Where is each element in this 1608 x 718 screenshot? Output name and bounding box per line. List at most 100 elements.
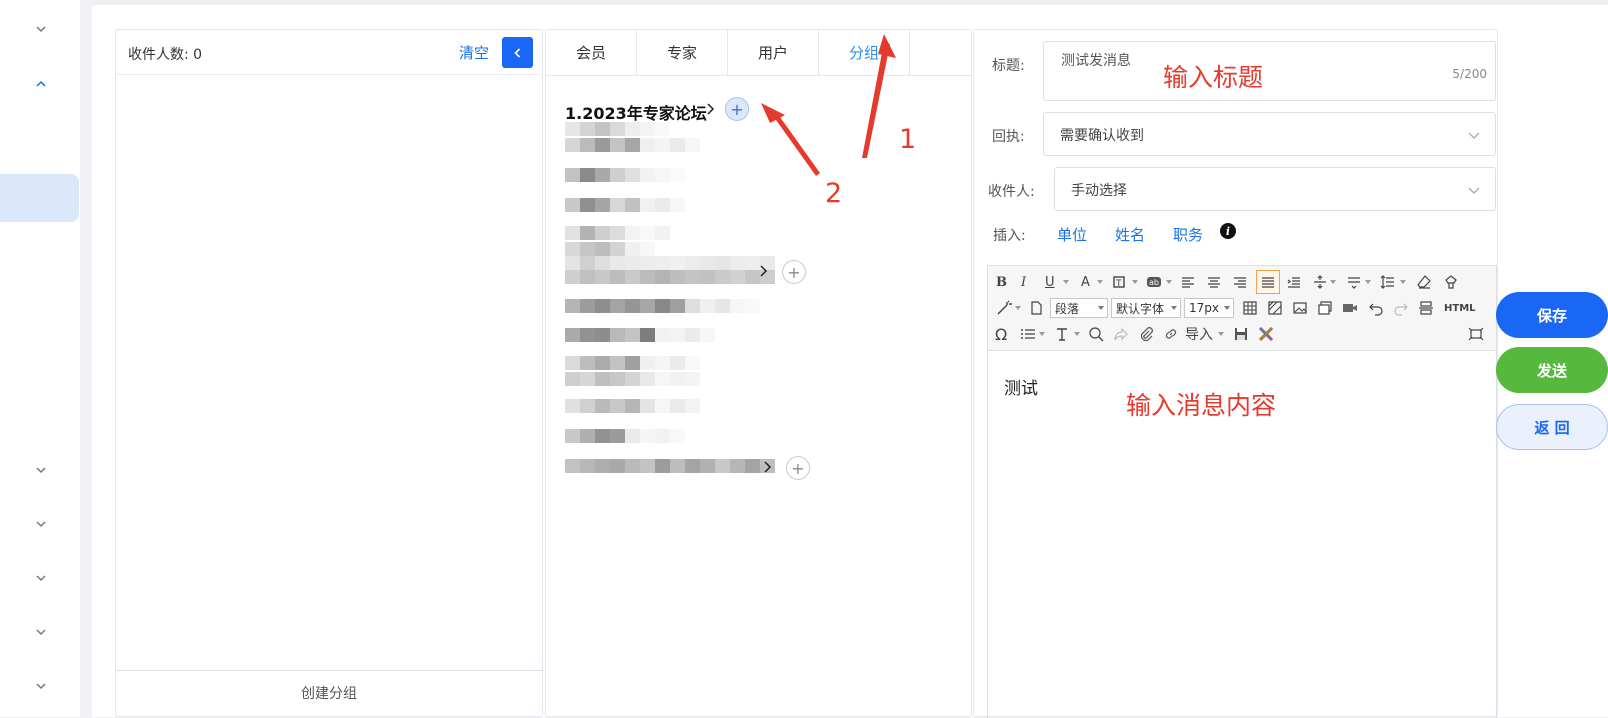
receipt-label: 回执: [992, 129, 1025, 145]
create-group-button[interactable]: 创建分组 [116, 670, 542, 715]
align-justify-icon[interactable] [1256, 270, 1280, 294]
attachment-icon[interactable] [1138, 324, 1154, 344]
tab-groups[interactable]: 分组 [819, 30, 910, 75]
editor-content[interactable]: 测试 [1004, 374, 1038, 399]
table-icon[interactable] [1242, 298, 1258, 318]
redo-icon[interactable] [1393, 298, 1409, 318]
indent-icon[interactable] [1286, 272, 1302, 292]
chevron-down-icon [1468, 132, 1480, 139]
chevron-down-icon[interactable] [34, 463, 48, 477]
add-group-button[interactable]: + [782, 260, 806, 284]
add-group-button[interactable]: + [786, 456, 810, 480]
eraser-icon[interactable] [1416, 272, 1432, 292]
new-document-icon[interactable] [1028, 298, 1044, 318]
italic-icon[interactable]: I [1021, 272, 1026, 292]
font-size-select[interactable]: 17px [1184, 298, 1234, 318]
redacted-row [565, 270, 775, 284]
text-border-icon[interactable]: T [1112, 272, 1128, 292]
chevron-right-icon[interactable] [763, 460, 773, 474]
align-left-icon[interactable] [1180, 272, 1196, 292]
caret-down-icon[interactable] [1132, 280, 1138, 284]
image-icon[interactable] [1292, 298, 1308, 318]
horizontal-rule-icon[interactable] [1418, 298, 1434, 318]
search-replace-icon[interactable] [1088, 324, 1104, 344]
annotation-content-hint: 输入消息内容 [1126, 391, 1277, 420]
undo-icon[interactable] [1368, 298, 1384, 318]
collapse-button[interactable] [502, 37, 533, 68]
caret-down-icon[interactable] [1330, 280, 1336, 284]
font-color-icon[interactable]: A [1081, 272, 1090, 292]
chevron-down-icon[interactable] [34, 679, 48, 693]
caret-down-icon[interactable] [1097, 280, 1103, 284]
chevron-right-icon[interactable] [759, 264, 769, 278]
font-family-select[interactable]: 默认字体 [1111, 298, 1181, 318]
caret-down-icon[interactable] [1218, 332, 1224, 336]
recipient-value: 手动选择 [1071, 183, 1127, 199]
send-button[interactable]: 发送 [1496, 347, 1608, 393]
annotation-title-hint: 输入标题 [1163, 63, 1264, 92]
insert-label: 插入: [993, 228, 1026, 244]
chevron-right-icon[interactable] [706, 102, 716, 116]
receipt-select[interactable]: 需要确认收到 [1043, 112, 1496, 156]
background-color-icon[interactable]: ab [1146, 272, 1162, 292]
title-input[interactable]: 测试发消息 5/200 [1043, 41, 1496, 101]
text-style-icon[interactable] [1054, 324, 1070, 344]
format-brush-icon[interactable] [1443, 272, 1459, 292]
redacted-row [565, 226, 670, 240]
message-form: 标题: 测试发消息 5/200 回执: 需要确认收到 收件人: 手动选择 插入:… [973, 29, 1498, 718]
align-center-icon[interactable] [1206, 272, 1222, 292]
list-icon[interactable] [1020, 324, 1036, 344]
save-icon[interactable] [1233, 324, 1249, 344]
caret-down-icon[interactable] [1039, 332, 1045, 336]
chevron-down-icon[interactable] [34, 571, 48, 585]
insert-name-link[interactable]: 姓名 [1115, 224, 1145, 245]
chevron-down-icon[interactable] [34, 517, 48, 531]
sidebar-item-active[interactable] [0, 174, 79, 222]
line-break-icon[interactable] [1346, 272, 1362, 292]
chevron-down-icon[interactable] [34, 625, 48, 639]
clear-button[interactable]: 清空 [459, 42, 489, 63]
underline-icon[interactable]: U [1045, 272, 1055, 292]
save-button[interactable]: 保存 [1496, 292, 1608, 338]
fullscreen-icon[interactable] [1468, 324, 1484, 344]
html-source-button[interactable]: HTML [1444, 298, 1476, 318]
line-height-icon[interactable] [1380, 272, 1396, 292]
caret-down-icon[interactable] [1400, 280, 1406, 284]
video-icon[interactable] [1342, 298, 1358, 318]
import-button[interactable]: 导入 [1185, 324, 1213, 344]
recipient-select[interactable]: 手动选择 [1054, 167, 1496, 211]
title-value: 测试发消息 [1061, 53, 1131, 69]
insert-unit-link[interactable]: 单位 [1057, 224, 1087, 245]
magic-wand-icon[interactable] [996, 298, 1012, 318]
recipients-panel: 收件人数: 0 清空 创建分组 [115, 29, 543, 717]
paragraph-spacing-icon[interactable] [1312, 272, 1328, 292]
back-button[interactable]: 返 回 [1496, 404, 1608, 450]
tab-users[interactable]: 用户 [728, 30, 819, 75]
caret-down-icon[interactable] [1015, 306, 1021, 310]
info-icon[interactable]: i [1220, 223, 1236, 239]
chevron-up-icon[interactable] [34, 77, 48, 91]
plugin-icon[interactable] [1258, 324, 1274, 344]
paragraph-select[interactable]: 段落 [1050, 298, 1108, 318]
align-right-icon[interactable] [1232, 272, 1248, 292]
share-icon[interactable] [1113, 324, 1129, 344]
chevron-down-icon[interactable] [34, 22, 48, 36]
tab-experts[interactable]: 专家 [637, 30, 728, 75]
caret-down-icon[interactable] [1063, 280, 1069, 284]
multi-image-icon[interactable] [1317, 298, 1333, 318]
rich-text-editor: B I U A T ab 段落 默认字体 17px HTML Ω 导入 测试 [987, 265, 1497, 718]
title-char-counter: 5/200 [1452, 67, 1487, 81]
bold-icon[interactable]: B [996, 272, 1007, 292]
insert-position-link[interactable]: 职务 [1173, 224, 1203, 245]
group-title[interactable]: 1.2023年专家论坛 [565, 100, 707, 124]
chevron-down-icon [1468, 187, 1480, 194]
tab-members[interactable]: 会员 [546, 30, 637, 75]
caret-down-icon[interactable] [1166, 280, 1172, 284]
redacted-row [565, 459, 775, 473]
link-icon[interactable] [1163, 324, 1179, 344]
add-group-button[interactable]: + [725, 97, 749, 121]
caret-down-icon[interactable] [1365, 280, 1371, 284]
background-icon[interactable] [1267, 298, 1283, 318]
caret-down-icon[interactable] [1074, 332, 1080, 336]
special-char-icon[interactable]: Ω [995, 324, 1007, 344]
